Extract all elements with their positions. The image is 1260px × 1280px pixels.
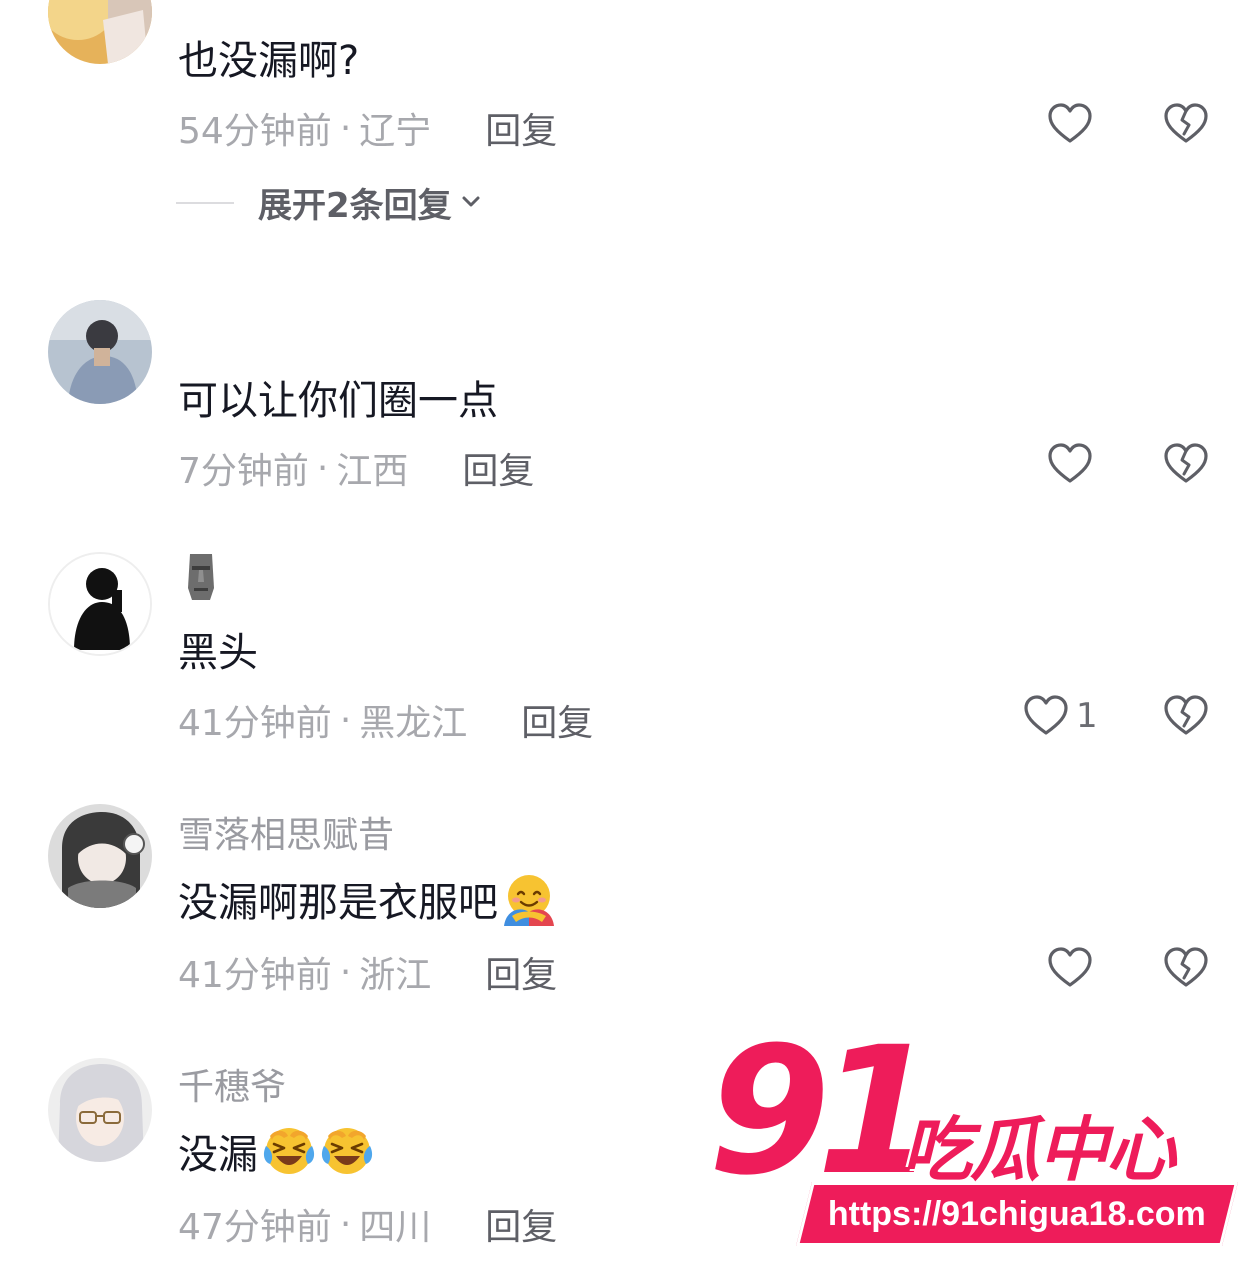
avatar[interactable] (48, 804, 152, 908)
comment-text-body: 没漏啊那是衣服吧 (178, 880, 498, 926)
comment-time: 54分钟前 (178, 111, 332, 152)
crying-laughing-emoji-icon (320, 1124, 374, 1178)
username[interactable]: 雪落相思赋昔 (178, 806, 394, 858)
watermark-url: https://91chigua18.com (828, 1194, 1206, 1233)
avatar[interactable] (48, 1058, 152, 1162)
broken-heart-icon (1162, 440, 1210, 488)
meta-separator: · (339, 107, 352, 149)
reply-button[interactable]: 回复 (485, 102, 557, 154)
comment-location: 黑龙江 (359, 703, 468, 744)
like-button[interactable] (1046, 944, 1094, 992)
reply-button[interactable]: 回复 (485, 1198, 557, 1250)
comment-text: 也没漏啊? (178, 38, 360, 84)
comment-meta: 54分钟前 · 辽宁 回复 (178, 102, 557, 154)
expand-divider (176, 201, 234, 204)
comment-time: 41分钟前 (178, 955, 332, 996)
broken-heart-icon (1162, 100, 1210, 148)
comment-time: 7分钟前 (178, 451, 309, 492)
comment-text-body: 没漏 (178, 1132, 258, 1178)
heart-outline-icon (1046, 440, 1094, 488)
moai-sticker-icon (182, 550, 220, 602)
username[interactable]: 千穗爷 (178, 1058, 286, 1110)
avatar[interactable] (48, 552, 152, 656)
comment-text: 可以让你们圈一点 (178, 378, 498, 424)
broken-heart-icon (1162, 692, 1210, 740)
watermark-url-banner: https://91chigua18.com (796, 1182, 1238, 1246)
comment-text: 黑头 (178, 630, 258, 676)
watermark: 91 吃瓜中心 https://91chigua18.com (708, 1024, 1240, 1256)
expand-replies-button[interactable]: 展开2条回复 (176, 178, 484, 227)
heart-outline-icon (1022, 692, 1070, 740)
comment-text: 没漏啊那是衣服吧 (178, 870, 556, 928)
comment-location: 四川 (359, 1207, 432, 1248)
like-button[interactable] (1046, 440, 1094, 488)
comment-location: 辽宁 (359, 111, 432, 152)
comment-location: 浙江 (359, 955, 432, 996)
heart-outline-icon (1046, 100, 1094, 148)
meta-separator: · (316, 447, 329, 489)
dislike-button[interactable] (1162, 440, 1210, 488)
watermark-logo-text: 吃瓜中心 (902, 1109, 1176, 1191)
meta-separator: · (339, 699, 352, 741)
reply-button[interactable]: 回复 (485, 946, 557, 998)
avatar[interactable] (48, 300, 152, 404)
watermark-logo-number: 91 (708, 1009, 939, 1214)
comment-time: 41分钟前 (178, 703, 332, 744)
broken-heart-icon (1162, 944, 1210, 992)
comment-meta: 47分钟前 · 四川 回复 (178, 1198, 557, 1250)
like-button[interactable]: 1 (1022, 692, 1098, 740)
dislike-button[interactable] (1162, 692, 1210, 740)
like-count: 1 (1076, 696, 1098, 736)
chevron-down-icon (458, 183, 484, 223)
dislike-button[interactable] (1162, 100, 1210, 148)
comment-meta: 7分钟前 · 江西 回复 (178, 442, 534, 494)
comment-text: 没漏 (178, 1122, 374, 1180)
crying-laughing-emoji-icon (262, 1124, 316, 1178)
hugging-face-emoji-icon (502, 872, 556, 926)
comment-meta: 41分钟前 · 浙江 回复 (178, 946, 557, 998)
comment-location: 江西 (336, 451, 409, 492)
heart-outline-icon (1046, 944, 1094, 992)
reply-button[interactable]: 回复 (462, 442, 534, 494)
meta-separator: · (339, 951, 352, 993)
reply-button[interactable]: 回复 (521, 694, 593, 746)
comment-time: 47分钟前 (178, 1207, 332, 1248)
meta-separator: · (339, 1203, 352, 1245)
avatar[interactable] (48, 0, 152, 64)
expand-replies-label: 展开2条回复 (258, 186, 452, 226)
comment-meta: 41分钟前 · 黑龙江 回复 (178, 694, 593, 746)
like-button[interactable] (1046, 100, 1094, 148)
dislike-button[interactable] (1162, 944, 1210, 992)
